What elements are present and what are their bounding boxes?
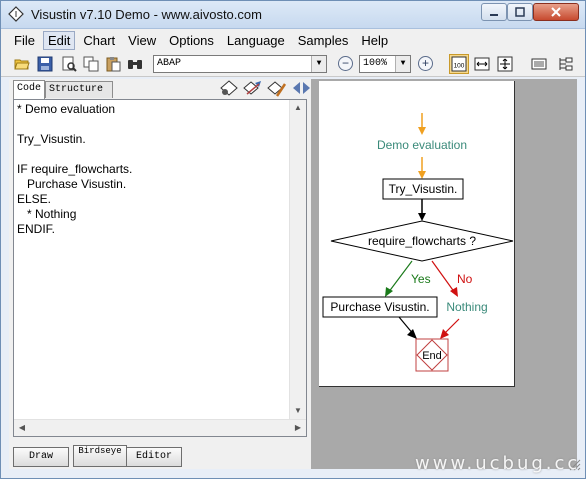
actual-size-icon: 100 bbox=[451, 56, 467, 72]
minus-icon: − bbox=[341, 56, 349, 70]
arrowhead-yes-end bbox=[407, 329, 417, 339]
fit-width-icon[interactable] bbox=[474, 56, 490, 72]
scroll-left-arrow-icon[interactable]: ◀ bbox=[14, 420, 30, 436]
title-bar: Visustin v7.10 Demo - www.aivosto.com bbox=[1, 1, 585, 29]
scroll-down-arrow-icon[interactable]: ▼ bbox=[290, 403, 306, 419]
fit-page-icon[interactable] bbox=[497, 56, 513, 72]
zoom-select[interactable]: 100% ▼ bbox=[359, 55, 411, 73]
flowchart-tool-icon[interactable] bbox=[219, 80, 239, 98]
menu-view[interactable]: View bbox=[123, 31, 161, 50]
language-select[interactable]: ABAP ▼ bbox=[153, 55, 327, 73]
close-icon bbox=[551, 7, 561, 17]
code-text[interactable]: * Demo evaluation Try_Visustin. IF requi… bbox=[17, 102, 289, 237]
minimize-button[interactable] bbox=[481, 3, 507, 21]
editor-horizontal-scrollbar[interactable]: ◀ ▶ bbox=[14, 419, 306, 436]
code-line: IF require_flowcharts. bbox=[17, 162, 133, 176]
code-line: * Demo evaluation bbox=[17, 102, 116, 116]
code-panel: Code Structure * Demo evaluation Try_Vis… bbox=[9, 79, 311, 469]
toolbar: ABAP ▼ − 100% ▼ + 100 bbox=[1, 51, 585, 77]
purchase-label: Purchase Visustin. bbox=[330, 300, 429, 314]
menu-options[interactable]: Options bbox=[164, 31, 219, 50]
code-line: ELSE. bbox=[17, 192, 52, 206]
language-select-value: ABAP bbox=[157, 58, 182, 69]
minimize-icon bbox=[490, 14, 498, 16]
watermark: www.ucbug.cc bbox=[415, 453, 581, 474]
menu-file[interactable]: File bbox=[9, 31, 40, 50]
window-title: Visustin v7.10 Demo - www.aivosto.com bbox=[31, 7, 262, 22]
code-line: Purchase Visustin. bbox=[17, 177, 127, 191]
editor-vertical-scrollbar[interactable]: ▲ ▼ bbox=[289, 100, 306, 419]
maximize-icon bbox=[515, 7, 525, 17]
flowchart-canvas[interactable]: Demo evaluation Try_Visustin. require_fl… bbox=[319, 81, 515, 387]
app-window: Visustin v7.10 Demo - www.aivosto.com Fi… bbox=[0, 0, 586, 479]
arrowhead-decision bbox=[418, 213, 426, 221]
page-layout-icon[interactable] bbox=[531, 56, 547, 72]
menu-help[interactable]: Help bbox=[356, 31, 393, 50]
save-icon[interactable] bbox=[37, 56, 53, 72]
arrowhead-process bbox=[418, 171, 426, 179]
collapse-right-arrow-icon[interactable] bbox=[302, 82, 310, 94]
open-folder-icon[interactable] bbox=[14, 56, 30, 72]
zoom-out-button[interactable]: − bbox=[338, 56, 353, 71]
birdseye-button[interactable]: Birdseye bbox=[73, 445, 127, 467]
tab-code[interactable]: Code bbox=[13, 80, 45, 99]
menu-samples[interactable]: Samples bbox=[293, 31, 354, 50]
arrow-no bbox=[431, 260, 456, 294]
flowchart-edit-icon[interactable] bbox=[243, 80, 263, 98]
process-label: Try_Visustin. bbox=[389, 182, 458, 196]
zoom-100-toggle-label: 100 bbox=[454, 63, 465, 70]
draw-button[interactable]: Draw bbox=[13, 447, 69, 467]
editor-button[interactable]: Editor bbox=[126, 447, 182, 467]
flowchart-view: Demo evaluation Try_Visustin. require_fl… bbox=[311, 79, 577, 469]
menu-language[interactable]: Language bbox=[222, 31, 290, 50]
zoom-select-value: 100% bbox=[363, 58, 388, 69]
tab-structure[interactable]: Structure bbox=[45, 81, 113, 98]
code-line: * Nothing bbox=[17, 207, 77, 221]
flowchart-svg: Demo evaluation Try_Visustin. require_fl… bbox=[322, 113, 514, 372]
arrow-yes bbox=[387, 260, 413, 294]
chevron-down-icon: ▼ bbox=[311, 56, 326, 72]
print-preview-icon[interactable] bbox=[61, 56, 77, 72]
code-editor[interactable]: * Demo evaluation Try_Visustin. IF requi… bbox=[13, 99, 307, 437]
visustin-app-icon bbox=[8, 6, 24, 22]
collapse-left-arrow-icon[interactable] bbox=[293, 82, 301, 94]
copy-icon[interactable] bbox=[83, 56, 99, 72]
flowchart-comment: Demo evaluation bbox=[377, 138, 467, 152]
chevron-down-icon: ▼ bbox=[395, 56, 410, 72]
yes-label: Yes bbox=[411, 272, 431, 286]
no-label: No bbox=[457, 272, 473, 286]
end-label: End bbox=[422, 350, 442, 362]
menu-edit[interactable]: Edit bbox=[42, 30, 76, 50]
menu-bar: File Edit Chart View Options Language Sa… bbox=[1, 29, 585, 51]
zoom-in-button[interactable]: + bbox=[418, 56, 433, 71]
nothing-label: Nothing bbox=[446, 300, 487, 314]
decision-label: require_flowcharts ? bbox=[368, 234, 476, 248]
find-icon[interactable] bbox=[127, 56, 143, 72]
structure-view-icon[interactable] bbox=[557, 56, 573, 72]
arrowhead-start bbox=[418, 127, 426, 135]
paste-icon[interactable] bbox=[105, 56, 121, 72]
menu-chart[interactable]: Chart bbox=[78, 31, 120, 50]
close-button[interactable] bbox=[533, 3, 579, 21]
scroll-up-arrow-icon[interactable]: ▲ bbox=[290, 100, 306, 116]
zoom-100-toggle[interactable]: 100 bbox=[449, 54, 469, 74]
maximize-button[interactable] bbox=[507, 3, 533, 21]
code-line: ENDIF. bbox=[17, 222, 56, 236]
code-line: Try_Visustin. bbox=[17, 132, 86, 146]
scroll-right-arrow-icon[interactable]: ▶ bbox=[290, 420, 306, 436]
plus-icon: + bbox=[421, 56, 429, 70]
flowchart-pen-icon[interactable] bbox=[267, 80, 287, 98]
